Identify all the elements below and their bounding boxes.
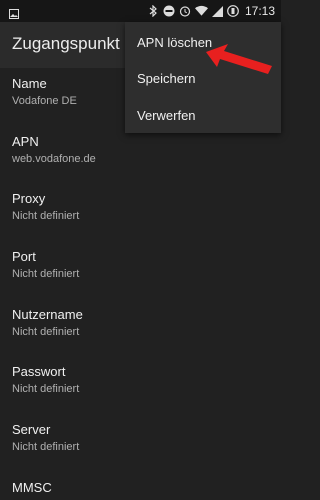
menu-item-save[interactable]: Speichern [137,71,196,86]
bluetooth-icon [147,5,160,18]
field-proxy[interactable]: Proxy Nicht definiert [12,191,79,223]
field-name[interactable]: Name Vodafone DE [12,76,77,108]
field-label: APN [12,134,39,149]
battery-icon [227,5,240,18]
field-username[interactable]: Nutzername Nicht definiert [12,307,83,339]
field-value: Nicht definiert [12,210,80,222]
wifi-icon [194,5,208,18]
field-label: MMSC [12,480,52,495]
page-title: Zugangspunkt be [12,34,144,53]
do-not-disturb-icon [163,5,176,18]
field-value: Nicht definiert [12,441,80,453]
field-label: Passwort [12,364,66,379]
field-value: Nicht definiert [12,268,80,280]
field-value: Nicht definiert [12,326,80,338]
image-icon [9,6,19,19]
field-apn[interactable]: APN web.vodafone.de [12,134,96,166]
field-server[interactable]: Server Nicht definiert [12,422,79,454]
field-label: Proxy [12,191,46,206]
field-label: Nutzername [12,307,83,322]
field-value: Vodafone DE [12,95,77,107]
annotation-arrow [206,44,272,74]
field-password[interactable]: Passwort Nicht definiert [12,364,79,396]
signal-icon [211,5,224,18]
field-label: Server [12,422,51,437]
alarm-icon [179,5,192,18]
field-value: Nicht definiert [12,383,80,395]
field-value: web.vodafone.de [12,153,96,165]
field-mmsc[interactable]: MMSC [12,480,52,498]
status-bar: 17:13 [0,0,281,22]
menu-item-discard[interactable]: Verwerfen [137,108,196,123]
field-port[interactable]: Port Nicht definiert [12,249,79,281]
field-label: Port [12,249,36,264]
field-label: Name [12,76,47,91]
status-time: 17:13 [244,4,275,18]
